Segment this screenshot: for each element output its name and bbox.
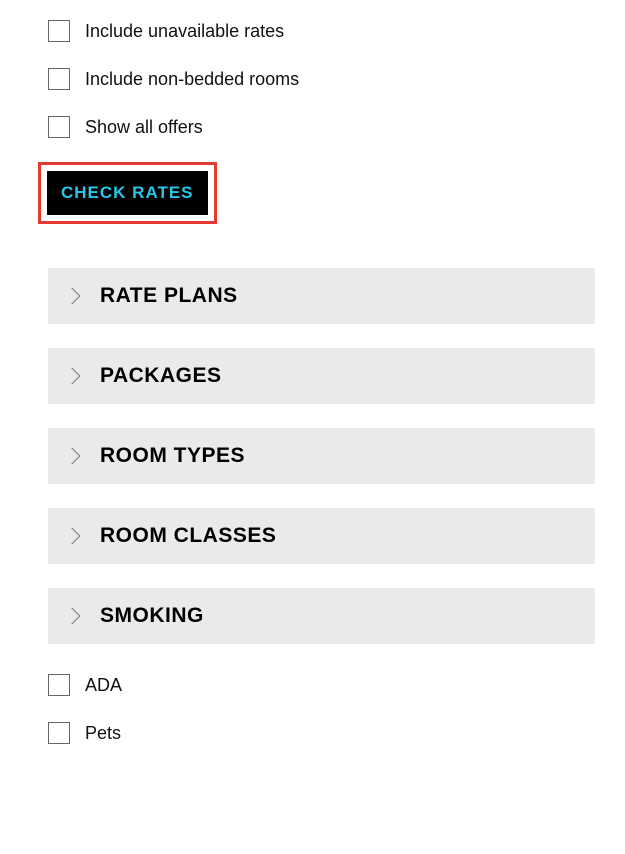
checkbox-label: Include unavailable rates	[85, 21, 284, 42]
checkbox-label: Show all offers	[85, 117, 203, 138]
accordion-title: ROOM TYPES	[100, 444, 245, 468]
chevron-right-icon	[64, 608, 81, 625]
checkbox-label: ADA	[85, 675, 122, 696]
checkbox-input[interactable]	[48, 116, 70, 138]
chevron-right-icon	[64, 528, 81, 545]
checkbox-label: Pets	[85, 723, 121, 744]
chevron-right-icon	[64, 448, 81, 465]
accordion-title: ROOM CLASSES	[100, 524, 276, 548]
accordion-rate-plans: RATE PLANS	[48, 268, 595, 324]
checkbox-ada[interactable]: ADA	[48, 674, 595, 696]
accordion-header-packages[interactable]: PACKAGES	[48, 348, 595, 404]
chevron-right-icon	[64, 368, 81, 385]
checkbox-input[interactable]	[48, 722, 70, 744]
checkbox-input[interactable]	[48, 674, 70, 696]
accordion-title: SMOKING	[100, 604, 204, 628]
checkbox-include-non-bedded[interactable]: Include non-bedded rooms	[48, 68, 595, 90]
checkbox-show-all-offers[interactable]: Show all offers	[48, 116, 595, 138]
accordion-room-classes: ROOM CLASSES	[48, 508, 595, 564]
checkbox-include-unavailable[interactable]: Include unavailable rates	[48, 20, 595, 42]
accordion-smoking: SMOKING	[48, 588, 595, 644]
checkbox-input[interactable]	[48, 68, 70, 90]
checkbox-pets[interactable]: Pets	[48, 722, 595, 744]
highlight-box: CHECK RATES	[38, 162, 217, 224]
accordion-header-room-classes[interactable]: ROOM CLASSES	[48, 508, 595, 564]
accordion-header-smoking[interactable]: SMOKING	[48, 588, 595, 644]
check-rates-button[interactable]: CHECK RATES	[47, 171, 208, 215]
accordion-title: PACKAGES	[100, 364, 221, 388]
checkbox-label: Include non-bedded rooms	[85, 69, 299, 90]
accordion-packages: PACKAGES	[48, 348, 595, 404]
accordion-room-types: ROOM TYPES	[48, 428, 595, 484]
accordion-title: RATE PLANS	[100, 284, 238, 308]
chevron-right-icon	[64, 288, 81, 305]
checkbox-input[interactable]	[48, 20, 70, 42]
accordion-header-room-types[interactable]: ROOM TYPES	[48, 428, 595, 484]
accordion-header-rate-plans[interactable]: RATE PLANS	[48, 268, 595, 324]
